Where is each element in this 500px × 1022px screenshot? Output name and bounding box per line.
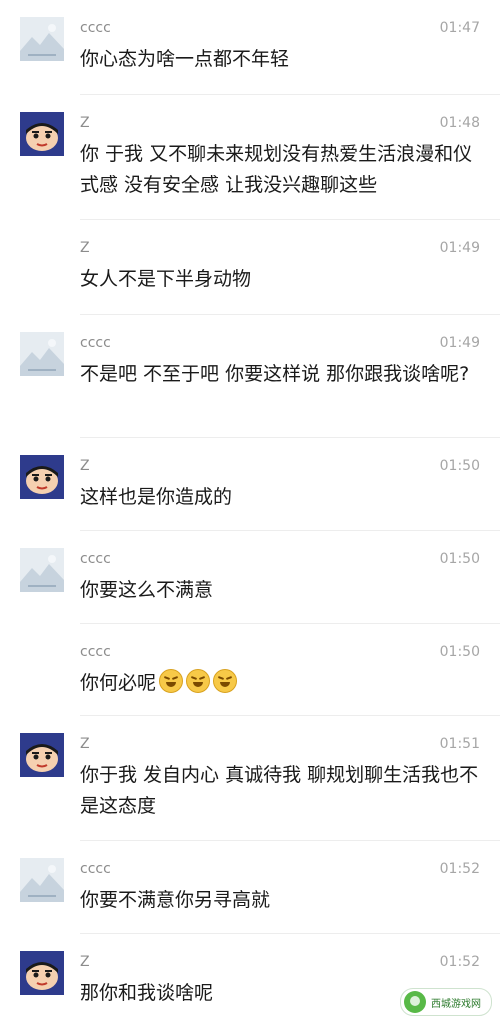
chat-message[interactable]: cccc 01:50 你要这么不满意 [0, 531, 500, 624]
sender-name: cccc [80, 20, 111, 36]
message-text: 你于我 发自内心 真诚待我 聊规划聊生活我也不是这态度 [80, 764, 479, 817]
sender-name: Z [80, 954, 90, 970]
landscape-avatar[interactable] [20, 17, 64, 61]
message-text: 女人不是下半身动物 [80, 268, 252, 290]
message-text: 你 于我 又不聊未来规划没有热爱生活浪漫和仪式感 没有安全感 让我没兴趣聊这些 [80, 143, 473, 196]
message-text: 你心态为啥一点都不年轻 [80, 48, 290, 70]
watermark-text: 西城游戏网 [431, 998, 481, 1010]
sender-name: cccc [80, 861, 111, 877]
message-text-with-emoji: 你何必呢 [80, 668, 480, 699]
chat-message[interactable]: cccc 01:47 你心态为啥一点都不年轻 [0, 0, 500, 95]
chat-message[interactable]: cccc 01:52 你要不满意你另寻高就 [0, 841, 500, 934]
cartoon-avatar[interactable] [20, 112, 64, 156]
landscape-avatar[interactable] [20, 858, 64, 902]
message-time: 01:49 [439, 240, 480, 256]
message-time: 01:52 [439, 861, 480, 877]
sender-name: Z [80, 115, 90, 131]
message-text: 不是吧 不至于吧 你要这样说 那你跟我谈啥呢? [80, 363, 470, 385]
laughing-tears-emoji-icon [213, 669, 238, 693]
sender-name: cccc [80, 335, 111, 351]
message-text: 你何必呢 [80, 672, 157, 694]
message-time: 01:47 [439, 20, 480, 36]
message-time: 01:49 [439, 335, 480, 351]
message-time: 01:50 [439, 551, 480, 567]
chat-message[interactable]: Z 01:50 这样也是你造成的 [0, 438, 500, 531]
message-time: 01:51 [439, 736, 480, 752]
chat-message[interactable]: Z 01:48 你 于我 又不聊未来规划没有热爱生活浪漫和仪式感 没有安全感 让… [0, 95, 500, 220]
cartoon-avatar[interactable] [20, 733, 64, 777]
sender-name: cccc [80, 551, 111, 567]
sender-name: Z [80, 458, 90, 474]
cartoon-avatar[interactable] [20, 455, 64, 499]
chat-message[interactable]: cccc 01:50 你何必呢 [0, 624, 500, 716]
sender-name: cccc [80, 644, 111, 660]
cartoon-avatar[interactable] [20, 951, 64, 995]
message-text: 这样也是你造成的 [80, 486, 233, 508]
landscape-avatar[interactable] [20, 332, 64, 376]
site-watermark: 西城游戏网 [400, 988, 492, 1016]
message-time: 01:52 [439, 954, 480, 970]
landscape-avatar[interactable] [20, 548, 64, 592]
message-time: 01:50 [439, 644, 480, 660]
site-logo-icon [404, 991, 426, 1013]
chat-message[interactable]: Z 01:51 你于我 发自内心 真诚待我 聊规划聊生活我也不是这态度 [0, 716, 500, 841]
message-time: 01:48 [439, 115, 480, 131]
chat-message[interactable]: Z 01:49 女人不是下半身动物 [0, 220, 500, 315]
sender-name: Z [80, 736, 90, 752]
laughing-tears-emoji-icon [186, 669, 211, 693]
laughing-tears-emoji-icon [159, 669, 184, 693]
chat-message[interactable]: cccc 01:49 不是吧 不至于吧 你要这样说 那你跟我谈啥呢? [0, 315, 500, 438]
message-text: 你要不满意你另寻高就 [80, 889, 271, 911]
message-time: 01:50 [439, 458, 480, 474]
sender-name: Z [80, 240, 90, 256]
message-text: 你要这么不满意 [80, 579, 214, 601]
